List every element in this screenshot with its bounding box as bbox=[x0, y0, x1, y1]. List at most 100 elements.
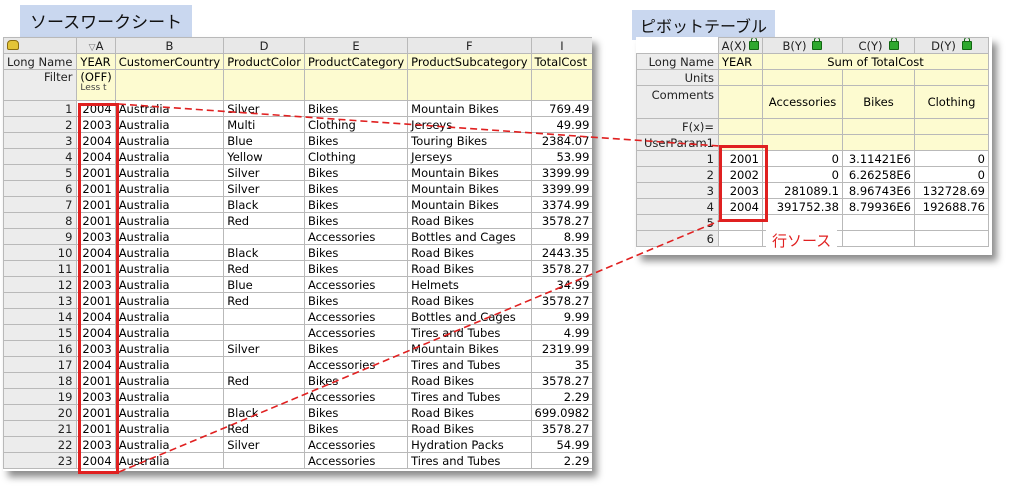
table-cell[interactable]: Australia bbox=[114, 212, 225, 229]
table-cell[interactable]: Bikes bbox=[303, 292, 409, 309]
table-cell[interactable]: 3578.27 bbox=[530, 372, 592, 389]
row-number[interactable]: 21 bbox=[3, 420, 78, 437]
table-cell[interactable]: Bikes bbox=[303, 164, 409, 181]
table-cell[interactable]: Australia bbox=[114, 276, 225, 293]
pivot-cell[interactable]: 8.96743E6 bbox=[842, 182, 915, 199]
table-cell[interactable] bbox=[223, 324, 305, 341]
pivot-cell[interactable] bbox=[914, 230, 989, 247]
table-cell[interactable]: Accessories bbox=[303, 276, 409, 293]
row-number[interactable]: 4 bbox=[3, 148, 78, 165]
pivot-cell[interactable]: 0 bbox=[762, 166, 843, 183]
pivot-category-label[interactable]: Bikes bbox=[842, 85, 915, 119]
table-cell[interactable]: Jerseys bbox=[407, 148, 532, 165]
pivot-cell[interactable]: 192688.76 bbox=[914, 198, 989, 215]
table-cell[interactable]: 3578.27 bbox=[530, 212, 592, 229]
column-header-d[interactable]: D bbox=[223, 37, 305, 54]
table-cell[interactable]: 9.99 bbox=[530, 308, 592, 325]
pivot-meta-cell[interactable] bbox=[762, 69, 843, 86]
table-cell[interactable]: Australia bbox=[114, 308, 225, 325]
table-cell[interactable]: Australia bbox=[114, 452, 225, 469]
column-header-i[interactable]: I bbox=[530, 37, 592, 54]
table-cell[interactable]: Yellow bbox=[223, 148, 305, 165]
table-cell[interactable]: Australia bbox=[114, 404, 225, 421]
filter-cell[interactable]: (OFF) Less t bbox=[76, 69, 116, 101]
table-cell[interactable]: Bikes bbox=[303, 260, 409, 277]
table-cell[interactable]: Road Bikes bbox=[407, 420, 532, 437]
table-cell[interactable]: 699.0982 bbox=[530, 404, 592, 421]
table-cell[interactable] bbox=[223, 356, 305, 373]
pivot-row-number[interactable]: 3 bbox=[636, 182, 719, 199]
table-cell[interactable]: 8.99 bbox=[530, 228, 592, 245]
pivot-cell[interactable]: 0 bbox=[914, 166, 989, 183]
table-cell[interactable]: Silver bbox=[223, 436, 305, 453]
row-number[interactable]: 15 bbox=[3, 324, 78, 341]
table-cell[interactable]: Mountain Bikes bbox=[407, 196, 532, 213]
table-cell[interactable]: Red bbox=[223, 372, 305, 389]
select-all-corner[interactable] bbox=[3, 37, 78, 54]
table-cell[interactable]: Accessories bbox=[303, 228, 409, 245]
table-cell[interactable]: 3399.99 bbox=[530, 164, 592, 181]
row-number[interactable]: 22 bbox=[3, 436, 78, 453]
table-cell[interactable] bbox=[223, 388, 305, 405]
pivot-cell[interactable]: 8.79936E6 bbox=[842, 198, 915, 215]
row-number[interactable]: 13 bbox=[3, 292, 78, 309]
table-cell[interactable]: 4.99 bbox=[530, 324, 592, 341]
table-cell[interactable]: Accessories bbox=[303, 324, 409, 341]
long-name-cell[interactable]: ProductColor bbox=[223, 53, 305, 70]
row-number[interactable]: 8 bbox=[3, 212, 78, 229]
pivot-cell[interactable]: 0 bbox=[762, 150, 843, 167]
table-cell[interactable]: Road Bikes bbox=[407, 404, 532, 421]
pivot-table-row[interactable]: 5 bbox=[636, 214, 989, 231]
table-cell[interactable]: Blue bbox=[223, 132, 305, 149]
long-name-cell[interactable]: CustomerCountry bbox=[114, 53, 225, 70]
pivot-meta-cell[interactable] bbox=[718, 69, 763, 86]
pivot-cell[interactable] bbox=[762, 214, 843, 231]
table-cell[interactable]: Accessories bbox=[303, 356, 409, 373]
table-cell[interactable]: Australia bbox=[114, 420, 225, 437]
table-cell[interactable]: Red bbox=[223, 212, 305, 229]
pivot-meta-cell[interactable] bbox=[842, 69, 915, 86]
pivot-category-label[interactable]: Accessories bbox=[762, 85, 843, 119]
pivot-column-header-b[interactable]: B(Y) bbox=[762, 37, 843, 54]
table-cell[interactable] bbox=[223, 452, 305, 469]
table-cell[interactable]: Bikes bbox=[303, 196, 409, 213]
pivot-row-number[interactable]: 2 bbox=[636, 166, 719, 183]
table-cell[interactable]: Australia bbox=[114, 372, 225, 389]
row-number[interactable]: 12 bbox=[3, 276, 78, 293]
table-cell[interactable]: 3374.99 bbox=[530, 196, 592, 213]
table-cell[interactable]: Mountain Bikes bbox=[407, 164, 532, 181]
long-name-cell[interactable]: ProductSubcategory bbox=[407, 53, 532, 70]
table-cell[interactable]: Road Bikes bbox=[407, 260, 532, 277]
pivot-cell[interactable] bbox=[842, 214, 915, 231]
pivot-row-number[interactable]: 1 bbox=[636, 150, 719, 167]
row-number[interactable]: 20 bbox=[3, 404, 78, 421]
table-cell[interactable]: Accessories bbox=[303, 452, 409, 469]
table-cell[interactable]: Accessories bbox=[303, 308, 409, 325]
table-cell[interactable]: Red bbox=[223, 292, 305, 309]
row-number[interactable]: 2 bbox=[3, 116, 78, 133]
pivot-cell[interactable] bbox=[842, 230, 915, 247]
table-cell[interactable]: 769.49 bbox=[530, 100, 592, 117]
table-cell[interactable]: Australia bbox=[114, 244, 225, 261]
pivot-cell[interactable]: 3.11421E6 bbox=[842, 150, 915, 167]
table-cell[interactable]: Accessories bbox=[303, 436, 409, 453]
pivot-year-label[interactable]: YEAR bbox=[718, 53, 763, 70]
table-cell[interactable]: Australia bbox=[114, 436, 225, 453]
pivot-table-row[interactable]: 3 2003 281089.1 8.96743E6 132728.69 bbox=[636, 182, 989, 199]
table-cell[interactable]: 2384.07 bbox=[530, 132, 592, 149]
row-number[interactable]: 19 bbox=[3, 388, 78, 405]
pivot-meta-cell[interactable] bbox=[914, 134, 989, 151]
table-cell[interactable]: Helmets bbox=[407, 276, 532, 293]
table-cell[interactable]: Australia bbox=[114, 260, 225, 277]
pivot-meta-cell[interactable] bbox=[914, 69, 989, 86]
pivot-meta-cell[interactable] bbox=[762, 118, 843, 135]
table-cell[interactable]: Australia bbox=[114, 100, 225, 117]
column-header-a[interactable]: ▽A bbox=[76, 37, 116, 54]
table-cell[interactable]: Tires and Tubes bbox=[407, 388, 532, 405]
pivot-cell[interactable] bbox=[914, 214, 989, 231]
filter-cell[interactable] bbox=[407, 69, 532, 101]
row-number[interactable]: 9 bbox=[3, 228, 78, 245]
table-cell[interactable]: Clothing bbox=[303, 148, 409, 165]
table-cell[interactable]: Clothing bbox=[303, 116, 409, 133]
table-cell[interactable]: Mountain Bikes bbox=[407, 100, 532, 117]
